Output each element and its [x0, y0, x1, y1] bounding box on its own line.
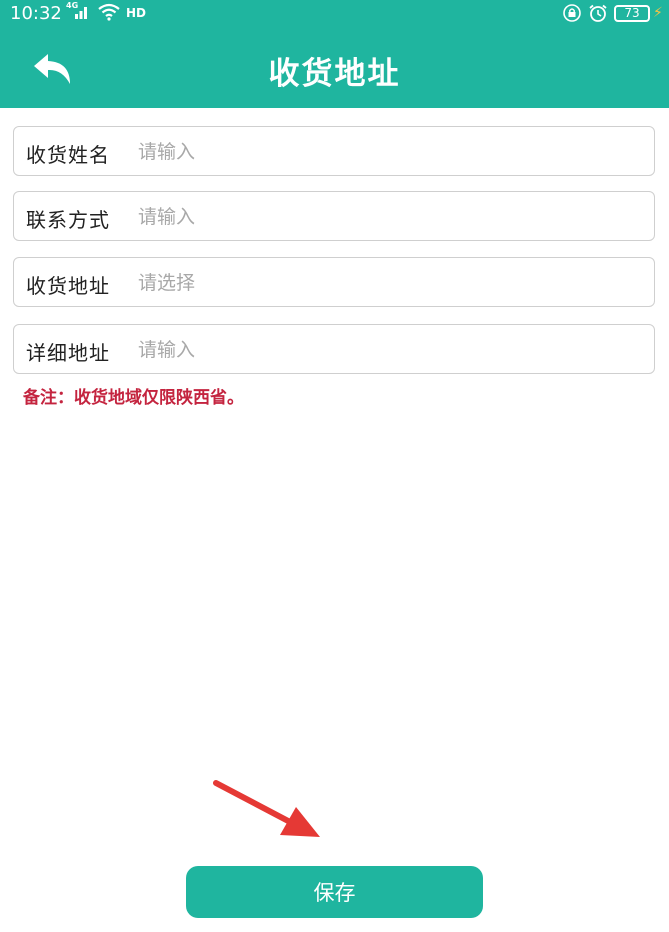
status-bar: 10:32 4G HD 73 ⚡: [0, 0, 669, 28]
region-field: 收货地址: [13, 257, 655, 307]
detail-address-field: 详细地址: [13, 324, 655, 374]
hd-voice-icon: HD: [126, 6, 147, 20]
contact-input[interactable]: [136, 202, 640, 232]
page-title: 收货地址: [268, 56, 401, 92]
receiver-name-field: 收货姓名: [13, 126, 655, 176]
contact-label: 联系方式: [26, 208, 110, 232]
region-label: 收货地址: [26, 274, 110, 298]
wifi-icon: [97, 3, 121, 26]
region-select[interactable]: [136, 268, 640, 298]
receiver-name-label: 收货姓名: [26, 143, 110, 167]
detail-address-input[interactable]: [136, 335, 640, 365]
app-header: 10:32 4G HD 73 ⚡ 收货地址: [0, 0, 669, 108]
lock-icon: [562, 4, 582, 27]
detail-address-label: 详细地址: [26, 341, 110, 365]
save-button[interactable]: 保存: [186, 866, 483, 918]
charging-icon: ⚡: [653, 5, 663, 21]
battery-indicator: 73: [614, 5, 650, 22]
receiver-name-input[interactable]: [136, 137, 640, 167]
region-restriction-note: 备注：收货地域仅限陕西省。: [23, 388, 244, 408]
network-type-label: 4G: [66, 1, 79, 10]
contact-field: 联系方式: [13, 191, 655, 241]
status-time: 10:32: [10, 3, 62, 24]
annotation-arrow-icon: [213, 780, 320, 837]
alarm-icon: [588, 4, 608, 27]
cellular-signal-icon: 4G: [66, 1, 90, 25]
